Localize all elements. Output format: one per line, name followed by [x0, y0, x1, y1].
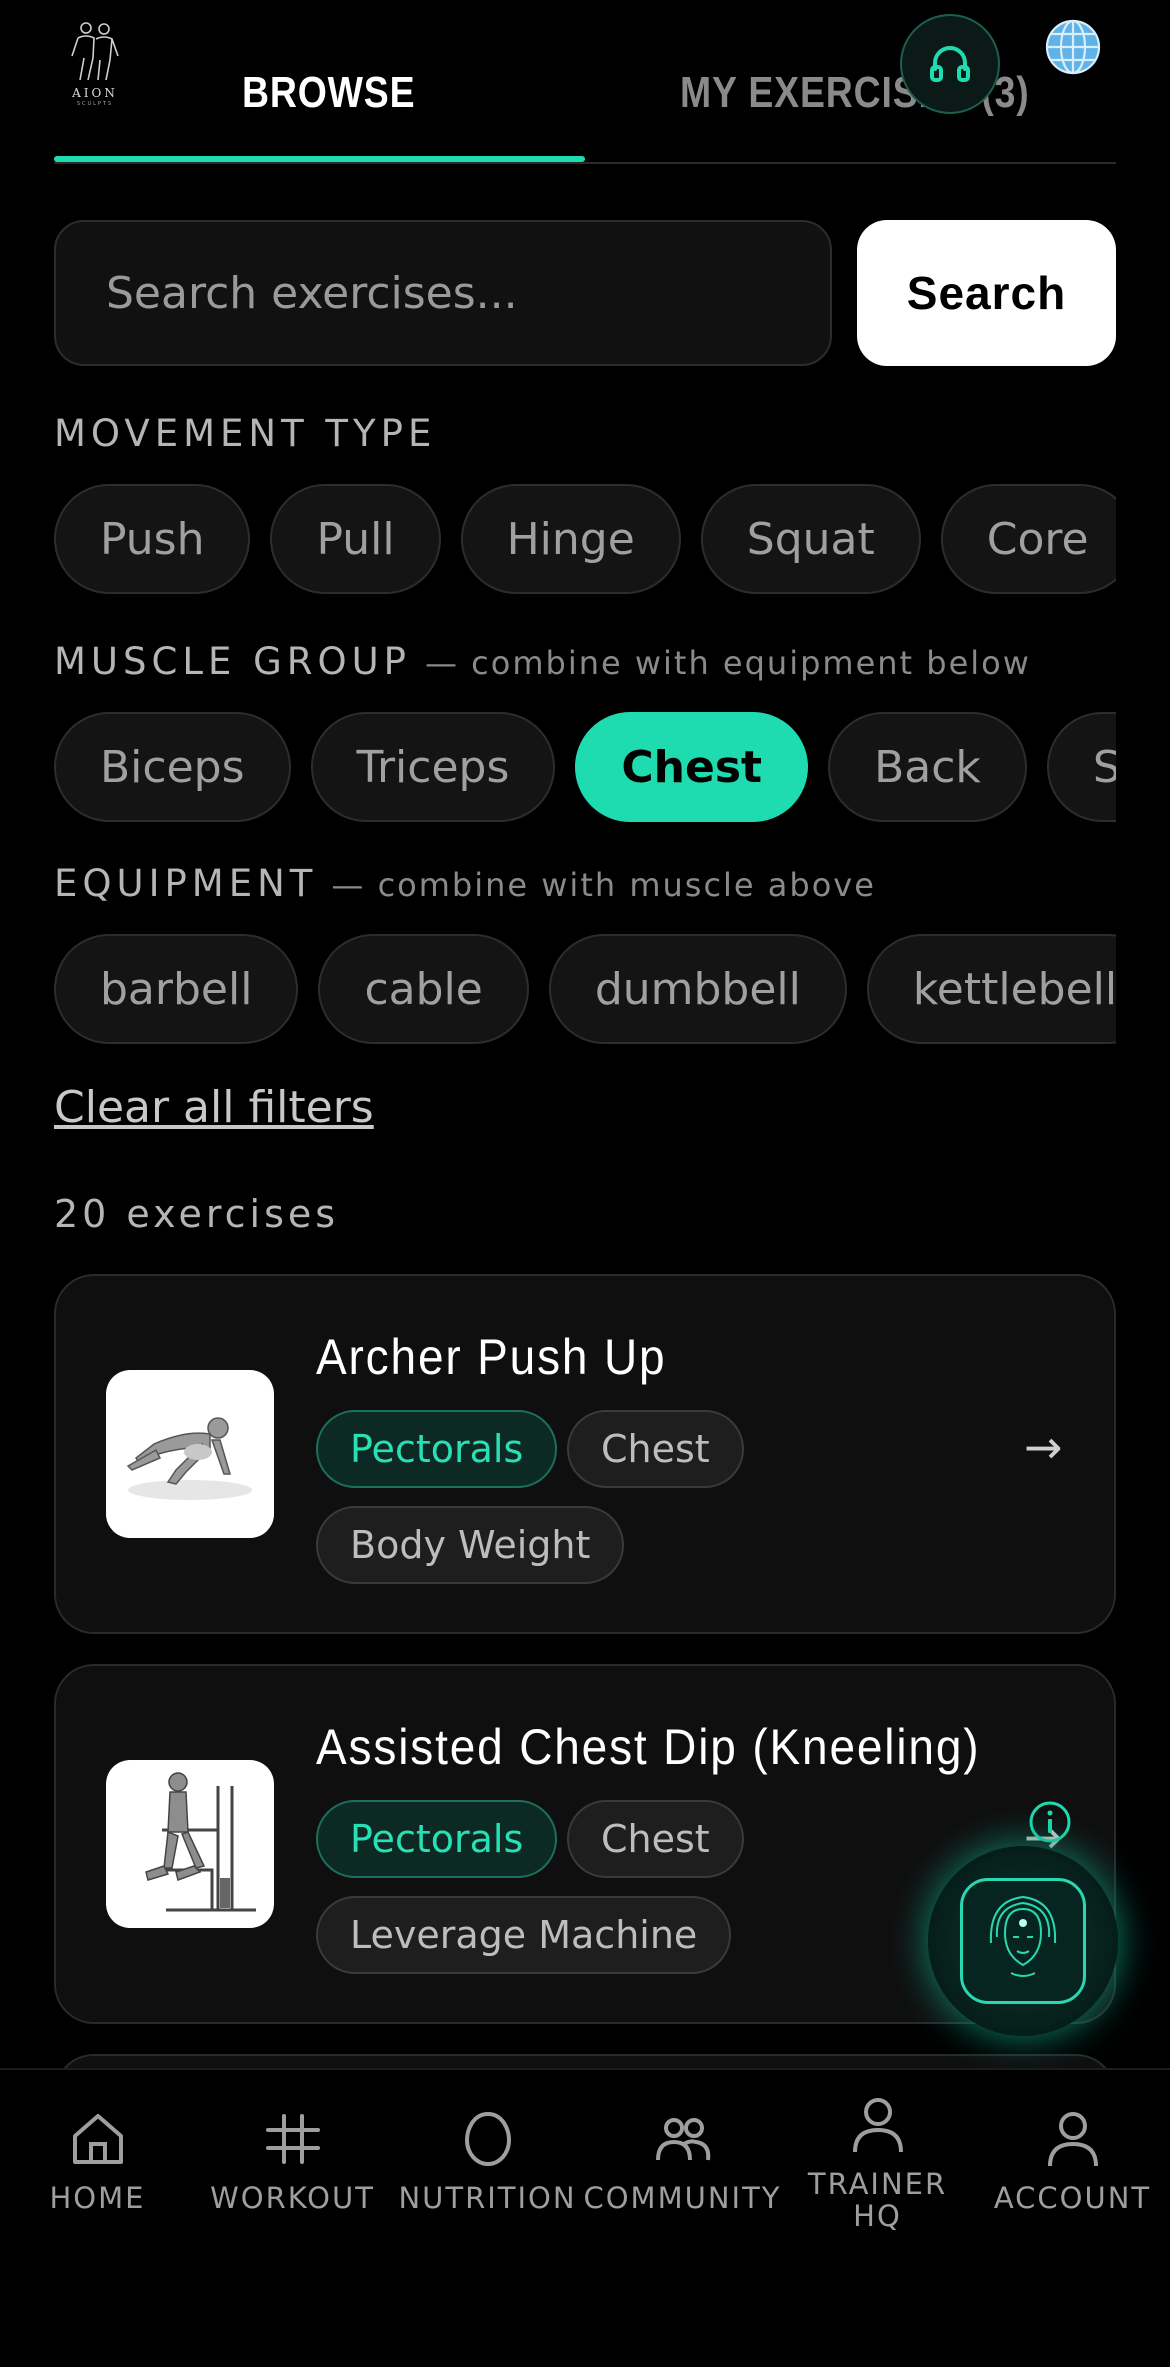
home-icon	[72, 2114, 123, 2164]
exercise-thumbnail	[106, 1370, 274, 1538]
tab-browse[interactable]: BROWSE	[242, 68, 415, 118]
support-button[interactable]	[900, 14, 1000, 114]
chip-kettlebell[interactable]: kettlebell	[866, 934, 1116, 1044]
chip-barbell[interactable]: barbell	[54, 934, 299, 1044]
chip-chest[interactable]: Chest	[575, 712, 809, 822]
chip-dumbbell[interactable]: dumbbell	[548, 934, 847, 1044]
trainer-icon	[852, 2098, 903, 2153]
search-box	[54, 220, 832, 366]
language-button[interactable]	[1044, 18, 1102, 76]
exercise-title: Archer Push Up	[316, 1329, 667, 1385]
equipment-hint: — combine with muscle above	[331, 866, 876, 904]
tag-equipment: Leverage Machine	[316, 1896, 732, 1974]
push-up-illustration-icon	[126, 1417, 252, 1500]
tab-active-indicator	[54, 156, 585, 162]
nav-trainer-hq[interactable]: TRAINER HQ	[780, 2092, 975, 2232]
arrow-right-icon[interactable]: →	[1024, 1420, 1063, 1474]
chip-squat[interactable]: Squat	[700, 484, 921, 594]
equipment-label: EQUIPMENT — combine with muscle above	[54, 862, 876, 905]
chip-push[interactable]: Push	[54, 484, 251, 594]
chip-back[interactable]: Back	[828, 712, 1027, 822]
chip-shoulders[interactable]: Shoulders	[1046, 712, 1116, 822]
chip-pull[interactable]: Pull	[270, 484, 441, 594]
tab-divider	[54, 162, 1116, 164]
nav-label: NUTRITION	[398, 2181, 577, 2215]
muscle-group-title: MUSCLE GROUP	[54, 640, 411, 683]
headset-icon	[930, 46, 970, 82]
globe-icon	[1045, 19, 1101, 75]
community-icon	[655, 2118, 710, 2161]
nav-home[interactable]: HOME	[0, 2106, 195, 2214]
nav-label: COMMUNITY	[583, 2181, 782, 2215]
nav-nutrition[interactable]: NUTRITION	[390, 2106, 585, 2214]
chip-biceps[interactable]: Biceps	[54, 712, 291, 822]
ai-face-icon	[960, 1878, 1086, 2004]
nav-label: TRAINER HQ	[807, 2167, 948, 2233]
nav-community[interactable]: COMMUNITY	[583, 2106, 782, 2215]
movement-type-label: MOVEMENT TYPE	[54, 412, 437, 455]
chip-core[interactable]: Core	[940, 484, 1116, 594]
exercise-card[interactable]: Archer Push Up Pectorals Chest Body Weig…	[54, 1274, 1116, 1634]
nav-account[interactable]: ACCOUNT	[975, 2106, 1170, 2214]
chip-hinge[interactable]: Hinge	[460, 484, 681, 594]
tag-target-muscle: Pectorals	[316, 1410, 558, 1488]
movement-chip-row[interactable]: Push Pull Hinge Squat Core	[54, 484, 1116, 596]
tag-target-muscle: Pectorals	[316, 1800, 558, 1878]
nav-label: HOME	[49, 2181, 146, 2215]
tag-body-part: Chest	[567, 1800, 744, 1878]
results-count: 20 exercises	[54, 1192, 340, 1236]
app-logo[interactable]: AION SCULPTS	[60, 18, 130, 108]
nav-label: WORKOUT	[210, 2181, 375, 2215]
ai-assistant-button[interactable]	[928, 1846, 1118, 2036]
logo-figure-icon	[71, 22, 119, 81]
workout-icon	[265, 2114, 320, 2164]
tag-equipment: Body Weight	[316, 1506, 625, 1584]
tag-body-part: Chest	[567, 1410, 744, 1488]
header: AION SCULPTS BROWSE MY EXERCISES (3)	[0, 0, 1170, 170]
muscle-group-hint: — combine with equipment below	[424, 644, 1031, 682]
exercise-title: Assisted Chest Dip (Kneeling)	[316, 1719, 981, 1775]
nav-workout[interactable]: WORKOUT	[195, 2106, 390, 2214]
logo-text: AION	[72, 86, 118, 100]
info-icon[interactable]	[1028, 1800, 1072, 1844]
equipment-chip-row[interactable]: barbell cable dumbbell kettlebell	[54, 934, 1116, 1046]
logo-subtext: SCULPTS	[76, 101, 114, 107]
nutrition-icon	[464, 2111, 511, 2167]
chip-triceps[interactable]: Triceps	[310, 712, 556, 822]
account-icon	[1047, 2112, 1098, 2167]
chip-cable[interactable]: cable	[318, 934, 529, 1044]
clear-filters-link[interactable]: Clear all filters	[54, 1082, 374, 1133]
exercise-thumbnail	[106, 1760, 274, 1928]
bottom-nav: HOME WORKOUT NUTRITION COMMUNITY TRAINER…	[0, 2068, 1170, 2367]
search-input[interactable]	[56, 222, 830, 364]
nav-label: ACCOUNT	[993, 2181, 1152, 2215]
muscle-chip-row[interactable]: Biceps Triceps Chest Back Shoulders	[54, 712, 1116, 824]
equipment-title: EQUIPMENT	[54, 862, 318, 905]
muscle-group-label: MUSCLE GROUP — combine with equipment bel…	[54, 640, 1031, 683]
search-button[interactable]: Search	[857, 220, 1116, 366]
chest-dip-machine-illustration-icon	[145, 1772, 256, 1912]
